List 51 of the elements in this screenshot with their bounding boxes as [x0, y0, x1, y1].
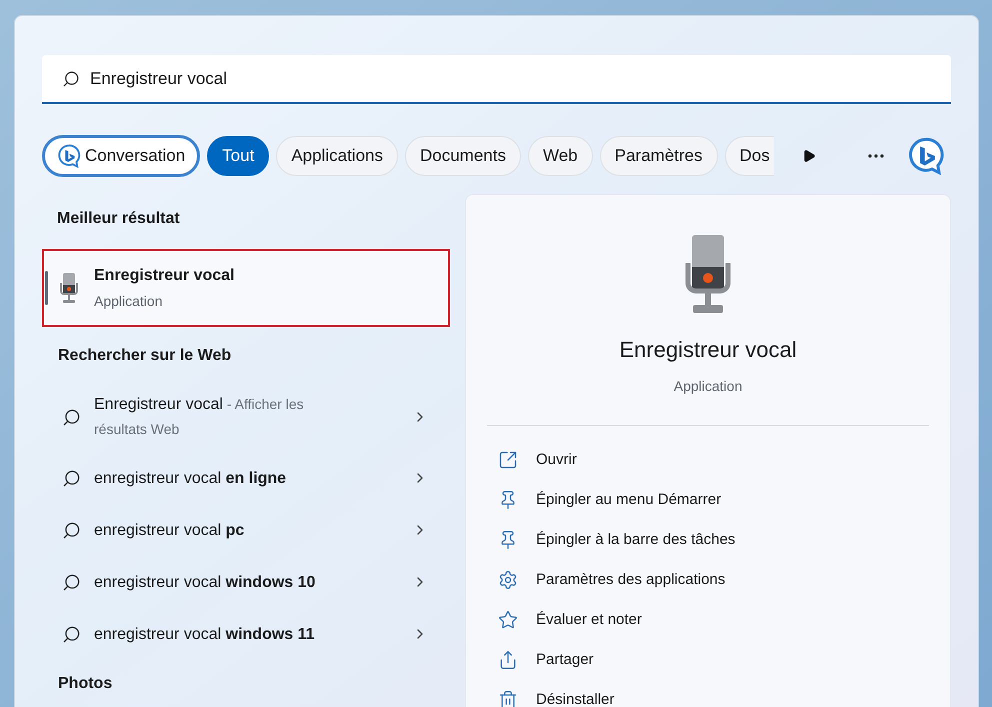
filter-chip[interactable]: Tout [207, 136, 270, 176]
action-item[interactable]: Partager [498, 640, 950, 680]
action-item[interactable]: Désinstaller [498, 680, 950, 707]
external-link-icon [498, 450, 518, 470]
filter-chip[interactable]: Dos [724, 136, 774, 176]
web-result-text: enregistreur vocal pc [94, 520, 246, 540]
filter-chip[interactable]: Documents [404, 136, 521, 176]
web-result-text: enregistreur vocal en ligne [94, 468, 288, 488]
filter-chip[interactable]: Web [528, 136, 593, 176]
result-subtitle: Application [94, 292, 164, 311]
web-result-item[interactable]: enregistreur vocal windows 11 [42, 608, 452, 660]
microphone-icon [60, 273, 78, 303]
search-icon [62, 624, 81, 644]
trash-icon [498, 690, 518, 707]
action-item[interactable]: Épingler à la barre des tâches [498, 520, 950, 560]
microphone-icon [684, 235, 732, 315]
web-result-text: enregistreur vocal windows 11 [94, 624, 316, 644]
play-icon [802, 149, 816, 163]
web-result-text: enregistreur vocal windows 10 [94, 572, 316, 592]
chat-bubble-icon [57, 144, 81, 168]
more-icon [868, 154, 884, 158]
web-result-item[interactable]: enregistreur vocal windows 10 [42, 556, 452, 608]
section-heading: Rechercher sur le Web [57, 346, 232, 366]
detail-subtitle: Application [674, 377, 742, 396]
search-icon [62, 520, 81, 540]
action-item[interactable]: Paramètres des applications [498, 560, 950, 600]
action-item[interactable]: Épingler au menu Démarrer [498, 480, 950, 520]
search-icon [62, 408, 81, 426]
action-item[interactable]: Ouvrir [498, 440, 950, 480]
section-heading: Meilleur résultat [56, 209, 181, 229]
detail-title: Enregistreur vocal [619, 336, 797, 364]
best-match-item[interactable]: Enregistreur vocal Application [42, 249, 450, 327]
web-result-item[interactable]: enregistreur vocal en ligne [42, 452, 452, 504]
selection-indicator [45, 271, 48, 305]
search-icon [62, 468, 81, 488]
search-icon [62, 572, 81, 592]
settings-icon [498, 570, 518, 590]
section-heading: Photos [57, 674, 114, 694]
filter-chip[interactable]: Conversation [42, 135, 200, 177]
filter-chip[interactable]: Paramètres [600, 136, 718, 176]
result-title: Enregistreur vocal [94, 266, 234, 286]
bing-chat-icon [907, 137, 945, 175]
filter-chip[interactable]: Applications [276, 136, 398, 176]
web-result-text: Enregistreur vocal - Afficher les résultats Web [94, 395, 305, 439]
search-field[interactable]: Enregistreur vocal [42, 55, 951, 104]
search-icon [62, 70, 80, 88]
action-item[interactable]: Évaluer et noter [498, 600, 950, 640]
share-icon [498, 650, 518, 670]
star-icon [498, 610, 518, 630]
web-result-item[interactable]: Enregistreur vocal - Afficher les résultats Web [42, 382, 452, 452]
web-result-item[interactable]: enregistreur vocal pc [42, 504, 452, 556]
